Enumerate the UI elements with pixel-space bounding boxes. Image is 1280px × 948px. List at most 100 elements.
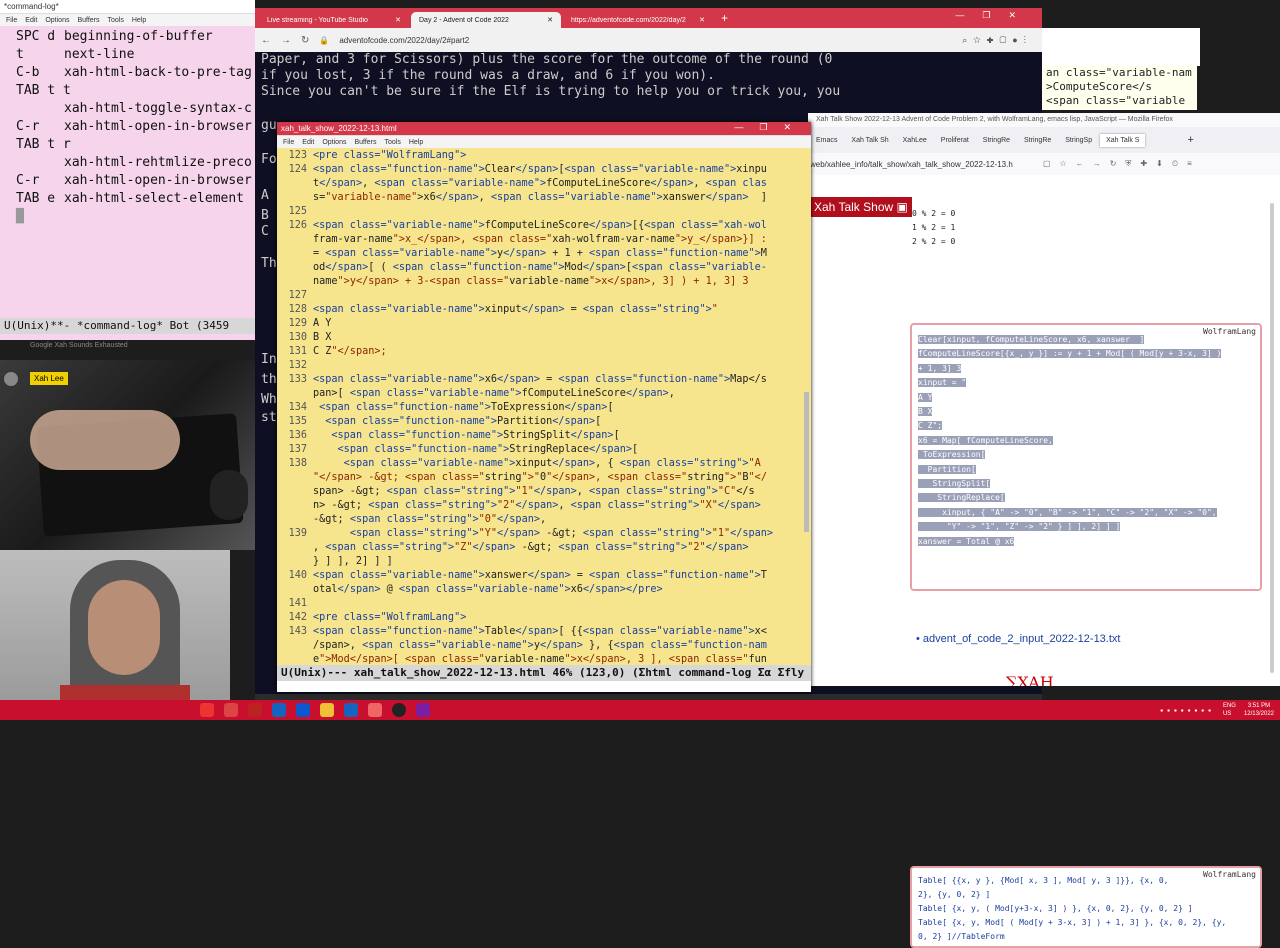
tray-icons[interactable]: ▪▪▪▪▪▪▪▪ (1160, 706, 1215, 715)
firefox-tab[interactable]: Xah Talk Sh (845, 134, 894, 147)
firefox-tab[interactable]: Proliferat (935, 134, 975, 147)
clock[interactable]: 3:51 PM 12/13/2022 (1244, 702, 1274, 718)
app-icon[interactable] (416, 703, 430, 717)
app-icon[interactable] (296, 703, 310, 717)
line-number: 125 (288, 206, 307, 217)
menu-item-edit[interactable]: Edit (302, 139, 314, 146)
command-name: xah-html-back-to-pre-tag (64, 65, 252, 80)
line-text: otal</span> @ <span class="variable-name… (313, 584, 663, 595)
code-line: x6 = Map[ fComputeLineScore, (918, 434, 1254, 448)
firefox-url[interactable]: web/xahlee_info/talk_show/xah_talk_show_… (810, 160, 1035, 169)
menu-item-help[interactable]: Help (409, 139, 423, 146)
line-text: <span class="function-name">Partition</s… (325, 416, 602, 427)
line-text: "</span> -&gt; <span class="string">"0"<… (313, 472, 767, 483)
firefox-tab[interactable]: XahLee (897, 134, 933, 147)
code-line-text: ToExpression[ (918, 450, 986, 460)
start-button-icon[interactable] (200, 703, 214, 717)
settings-icon[interactable] (224, 703, 238, 717)
app-icon[interactable] (248, 703, 262, 717)
code-block-2-body[interactable]: Table[ {{x, y }, {Mod[ x, 3 ], Mod[ y, 3… (918, 874, 1254, 944)
code-line: Table[ {x, y, Mod[ ( Mod[y + 3-x, 3] ) +… (918, 918, 1227, 927)
forward-icon[interactable]: → (281, 35, 291, 46)
new-tab-icon[interactable]: + (715, 11, 734, 28)
background-code-fragment: an class="variable-nam >ComputeScore</s <s… (1042, 66, 1197, 110)
reload-icon[interactable]: ↻ (301, 35, 309, 46)
firefox-tabstrip: Emacs Xah Talk Sh XahLee Proliferat StringRe… (808, 127, 1280, 153)
input-file-link[interactable]: • advent_of_code_2_input_2022-12-13.txt (916, 633, 1120, 645)
command-name: next-line (64, 47, 135, 62)
code-line: C Z"; (918, 419, 1254, 433)
line-number: 133 (288, 374, 307, 385)
aoc-text-fragment: Th (261, 256, 277, 271)
command-key: t (16, 47, 24, 62)
code-line: od</span>[ ( <span class="function-name"… (277, 261, 799, 275)
obs-icon[interactable] (392, 703, 406, 717)
code-line: xanswer = Total @ x6 (918, 535, 1254, 549)
code-line-text: StringReplace[ (918, 493, 1005, 503)
menu-item-help[interactable]: Help (132, 17, 146, 24)
clock-date: 12/13/2022 (1243, 711, 1274, 717)
hands-shape (30, 410, 180, 470)
app-icon[interactable] (368, 703, 382, 717)
region-text: US (1222, 711, 1232, 717)
code-line-text: x6 = Map[ fComputeLineScore, (918, 435, 1053, 445)
main-emacs-window-buttons[interactable]: —❐✕ (734, 122, 807, 133)
code-line: 138 <span class="variable-name">xinput</… (277, 457, 799, 471)
chrome-tab[interactable]: Day 2 - Advent of Code 2022 ✕ (411, 12, 561, 28)
menu-item-buffers[interactable]: Buffers (77, 17, 99, 24)
chrome-url[interactable]: adventofcode.com/2022/day/2#part2 (339, 36, 952, 45)
chrome-toolbar-icons[interactable]: ⌕☆✚▢●⋮ (962, 35, 1042, 46)
menu-item-file[interactable]: File (6, 17, 17, 24)
firefox-tab-label: Emacs (816, 136, 838, 144)
app-icon[interactable] (344, 703, 358, 717)
close-icon[interactable]: ✕ (547, 16, 553, 24)
code-line: 127 (277, 289, 799, 303)
chrome-tab[interactable]: Live streaming - YouTube Studio ✕ (259, 12, 409, 28)
system-tray[interactable]: ▪▪▪▪▪▪▪▪ ENG US 3:51 PM 12/13/2022 (1160, 702, 1274, 718)
line-text: <pre class="WolframLang"> (313, 612, 467, 623)
code-line: 129 A Y (277, 317, 799, 331)
firefox-tab[interactable]: Xah Talk S (1100, 133, 1146, 147)
chrome-tab-label: https://adventofcode.com/2022/day/2 (571, 16, 686, 24)
firefox-scrollbar[interactable] (1270, 203, 1274, 673)
menu-item-edit[interactable]: Edit (25, 17, 37, 24)
line-text: B X (313, 332, 332, 343)
command-log-buffer[interactable]: SPC d beginning-of-buffer t next-line C-b xah… (0, 26, 255, 318)
menu-item-options[interactable]: Options (45, 17, 69, 24)
aoc-text-fragment: gu (261, 118, 277, 133)
input-file-link-text[interactable]: advent_of_code_2_input_2022-12-13.txt (923, 633, 1121, 645)
folder-icon[interactable] (320, 703, 334, 717)
code-block-2-badge: WolframLang (1203, 870, 1256, 879)
menu-item-tools[interactable]: Tools (385, 139, 401, 146)
aoc-text-line: Since you can't be sure if the Elf is tr… (261, 84, 841, 99)
command-name: xah-html-rehtmlize-preco (64, 155, 252, 170)
line-text: <span class="variable-name">x6</span> = … (313, 374, 767, 385)
firefox-tab[interactable]: StringSp (1059, 134, 1098, 147)
code-line: 0, 2} ]//TableForm (918, 932, 1005, 941)
close-icon[interactable]: ✕ (699, 16, 705, 24)
code-block-1-body[interactable]: Clear[xinput, fComputeLineScore, x6, xan… (918, 331, 1254, 549)
menu-item-file[interactable]: File (283, 139, 294, 146)
chrome-tab[interactable]: https://adventofcode.com/2022/day/2 ✕ (563, 12, 713, 28)
code-line: 125 (277, 205, 799, 219)
language-indicator[interactable]: ENG US (1223, 702, 1236, 718)
webcam-keyboard: Xah Lee (0, 360, 255, 550)
menu-item-tools[interactable]: Tools (108, 17, 124, 24)
close-icon[interactable]: ✕ (395, 16, 401, 24)
firefox-tab[interactable]: StringRe (977, 134, 1016, 147)
firefox-tab[interactable]: StringRe (1018, 134, 1057, 147)
main-emacs-buffer[interactable]: 123 <pre class="WolframLang"> 124 <span cla… (277, 149, 799, 670)
code-line: = <span class="variable-name">y</span> +… (277, 247, 799, 261)
menu-item-options[interactable]: Options (322, 139, 346, 146)
app-icon[interactable] (272, 703, 286, 717)
new-tab-icon[interactable]: + (1147, 134, 1193, 146)
back-icon[interactable]: ← (261, 35, 271, 46)
main-emacs-title: xah_talk_show_2022-12-13.html (281, 124, 397, 133)
menu-item-buffers[interactable]: Buffers (354, 139, 376, 146)
line-text: span> -&gt; <span class="string">"1"</sp… (313, 486, 755, 497)
line-text: pan>[ <span class="variable-name">fCompu… (313, 388, 675, 399)
main-emacs-scrollbar[interactable] (804, 392, 809, 532)
firefox-toolbar-icons[interactable]: ▢☆←→↻⛨✚⬇⏲≡ (1043, 159, 1201, 169)
firefox-tab[interactable]: Emacs (810, 134, 843, 147)
minibuffer[interactable] (277, 681, 811, 692)
